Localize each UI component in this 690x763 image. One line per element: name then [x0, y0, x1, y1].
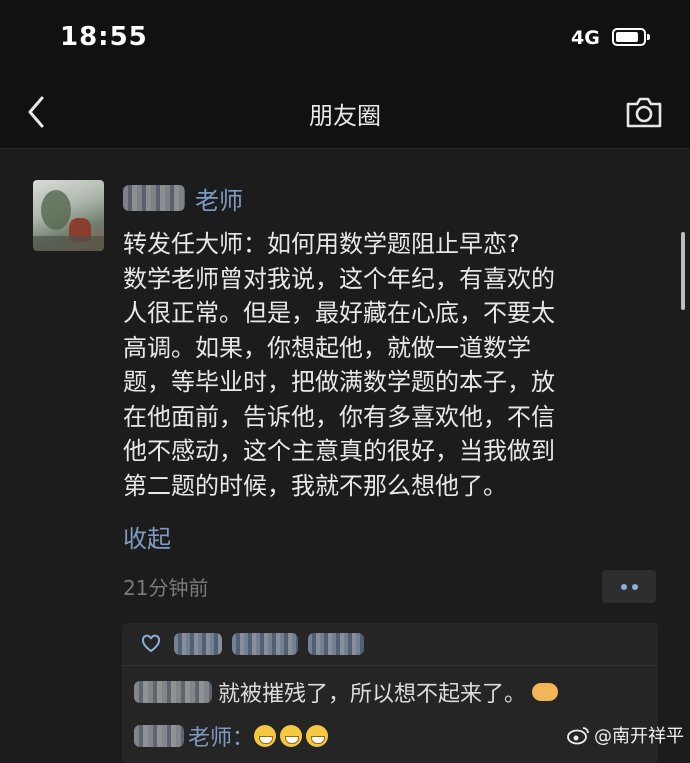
- scrollbar[interactable]: [681, 232, 685, 310]
- commenter-name-suffix[interactable]: 老师: [188, 720, 232, 752]
- grin-emoji-icon: [254, 725, 277, 747]
- watermark-text: @南开祥平: [594, 726, 684, 747]
- comment-item[interactable]: 就被摧残了，所以想不起来了。: [134, 677, 559, 707]
- post-timestamp: 21分钟前: [123, 576, 209, 600]
- heart-icon: [141, 634, 161, 653]
- author-avatar[interactable]: [33, 180, 104, 251]
- comment-item[interactable]: 老师 ：: [134, 721, 332, 751]
- weibo-logo-icon: [567, 727, 589, 745]
- likes-row: [122, 623, 658, 666]
- camera-icon[interactable]: [624, 94, 664, 130]
- more-actions-button[interactable]: [602, 570, 656, 603]
- collapse-link[interactable]: 收起: [123, 519, 171, 554]
- status-bar: 18:55 4G: [0, 0, 690, 76]
- post-line: 高调。如果，你想起他，就做一道数学: [123, 333, 531, 362]
- post-line: 他不感动，这个主意真的很好，当我做到: [123, 437, 555, 465]
- post-line: 第二题的时候，我就不那么想他了。: [123, 471, 507, 500]
- grin-emoji-icon: [280, 725, 303, 747]
- handshake-icon: [532, 683, 559, 701]
- weibo-watermark: @南开祥平: [566, 722, 684, 748]
- post-line: 人很正常。但是，最好藏在心底，不要太: [123, 299, 555, 327]
- post-line: 题，等毕业时，把做满数学题的本子，放: [123, 368, 555, 396]
- blurred-name: [123, 185, 185, 211]
- nav-bar: 朋友圈: [0, 76, 690, 149]
- author-name[interactable]: 老师: [123, 181, 243, 215]
- liked-by-names[interactable]: [174, 629, 364, 659]
- status-time: 18:55: [60, 22, 148, 52]
- comment-text: 就被摧残了，所以想不起来了。: [218, 682, 527, 707]
- blurred-commenter: [134, 725, 184, 747]
- battery-icon: [612, 28, 650, 46]
- author-name-suffix: 老师: [195, 186, 243, 215]
- network-indicator: 4G: [571, 27, 600, 49]
- post-text: 转发任大师：如何用数学题阻止早恋? 数学老师曾对我说，这个年纪，有喜欢的 人很正…: [123, 227, 653, 503]
- blurred-commenter: [134, 681, 212, 703]
- post-line: 数学老师曾对我说，这个年纪，有喜欢的: [123, 264, 555, 293]
- post-line: 转发任大师：如何用数学题阻止早恋?: [123, 230, 520, 258]
- grin-emoji-icon: [306, 725, 329, 747]
- page-title: 朋友圈: [309, 102, 381, 130]
- post-line: 在他面前，告诉他，你有多喜欢他，不信: [123, 402, 555, 431]
- moments-post: 老师 转发任大师：如何用数学题阻止早恋? 数学老师曾对我说，这个年纪，有喜欢的 …: [0, 149, 690, 763]
